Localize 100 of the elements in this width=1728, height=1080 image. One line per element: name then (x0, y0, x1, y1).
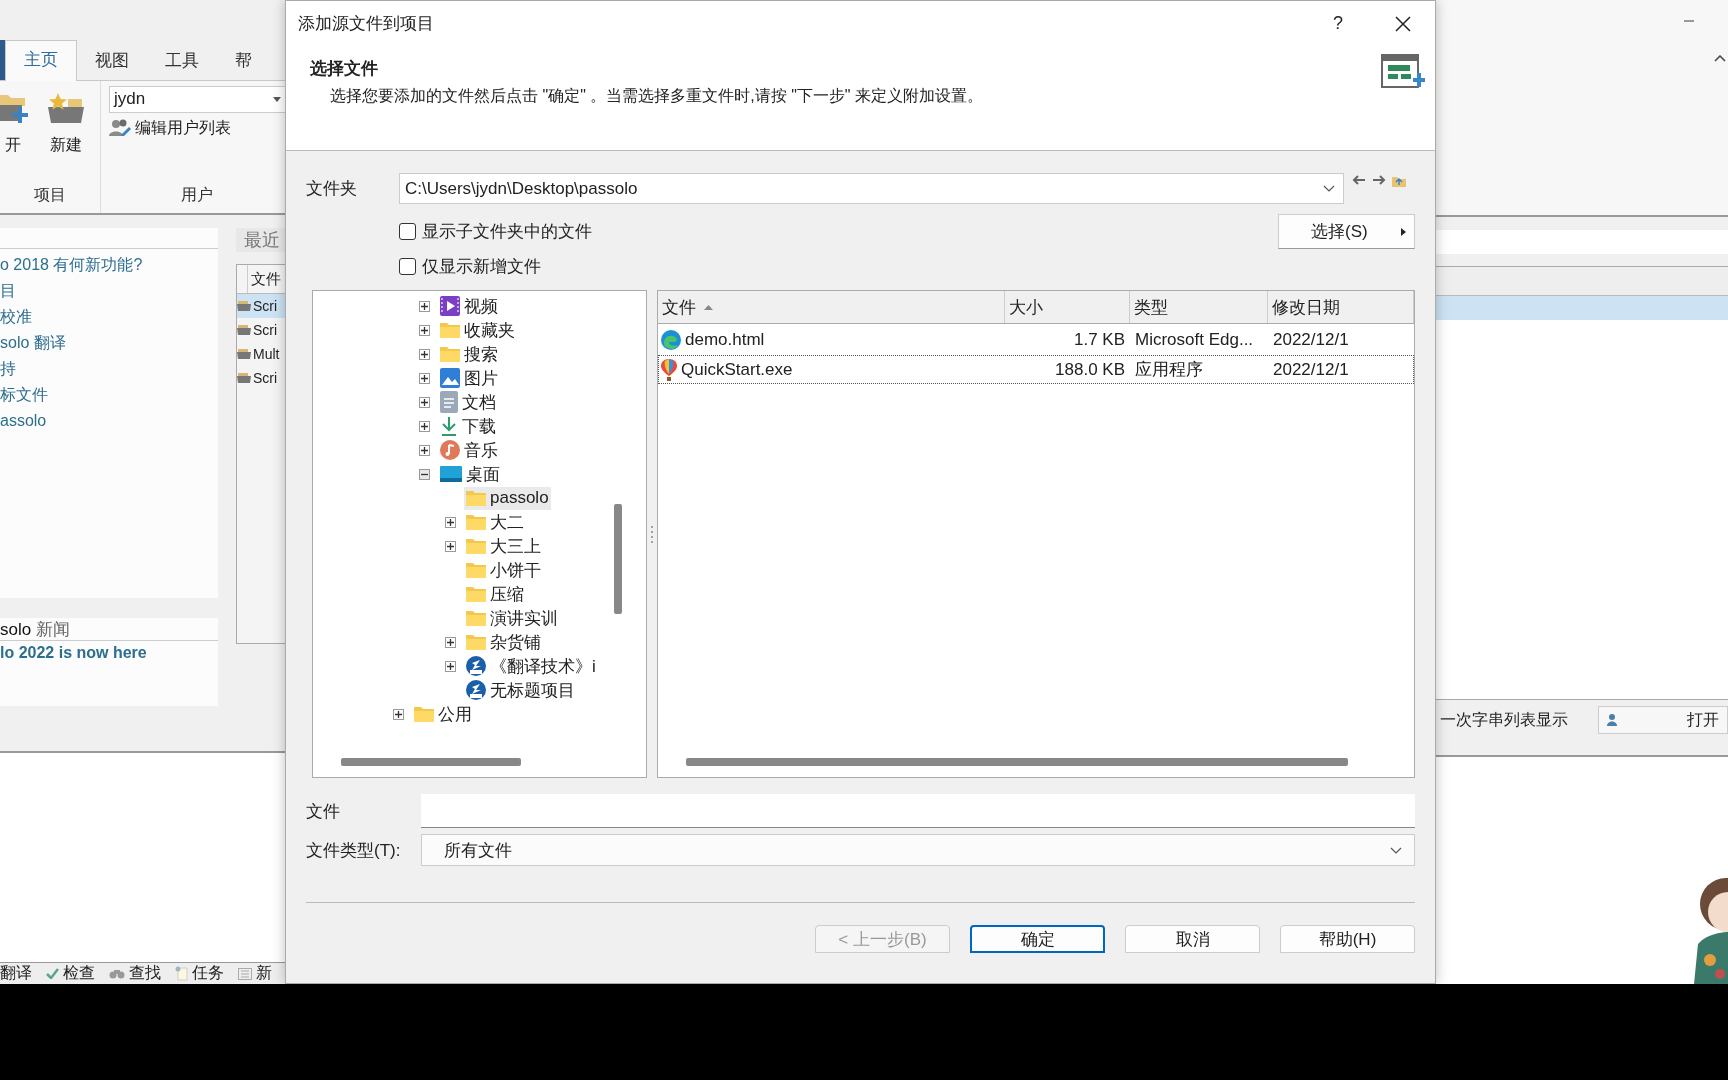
checkbox[interactable]: 仅显示新增文件 (399, 255, 592, 278)
expand-icon[interactable] (445, 660, 456, 672)
scrollbar-thumb[interactable] (614, 504, 622, 614)
folder-path-field[interactable]: C:\Users\jydn\Desktop\passolo (399, 173, 1344, 204)
help-link[interactable]: assolo (0, 408, 218, 435)
help-button[interactable]: ? (1333, 13, 1343, 34)
size-cell-text: 1.7 KB (1072, 328, 1126, 351)
column-header[interactable]: 文件 (658, 291, 1005, 323)
expand-icon[interactable] (419, 372, 430, 384)
help-link[interactable]: 目 (0, 278, 218, 305)
expand-icon[interactable] (419, 420, 430, 432)
expand-icon[interactable] (393, 708, 404, 720)
users-icon (109, 117, 131, 136)
group-label: 用户 (180, 185, 214, 206)
status-item[interactable]: 查找 (109, 963, 161, 984)
splitter-grip-icon[interactable] (650, 525, 654, 543)
recent-row[interactable]: Scri (237, 294, 285, 319)
close-icon[interactable] (1395, 15, 1411, 32)
tree-item[interactable]: 图片 (438, 366, 500, 390)
ribbon-tab[interactable]: 工具 (147, 41, 217, 80)
column-header[interactable]: 大小 (1005, 291, 1130, 323)
user-dropdown[interactable]: jydn (109, 85, 285, 113)
folder-icon (466, 634, 486, 650)
folder-icon (466, 538, 486, 554)
chevron-up-icon[interactable] (1714, 55, 1726, 62)
film-icon (440, 296, 460, 316)
collapse-icon[interactable] (419, 468, 430, 480)
recent-row[interactable]: Mult (237, 342, 285, 367)
tree-item[interactable]: 无标题项目 (464, 678, 577, 702)
caret-icon (273, 96, 281, 102)
expand-icon[interactable] (445, 540, 456, 552)
dialog-button[interactable]: 取消 (1125, 925, 1260, 953)
column-header[interactable]: 文件 (248, 265, 281, 294)
help-link[interactable]: solo 翻译 (0, 330, 218, 357)
column-header[interactable]: 类型 (1130, 291, 1268, 323)
expand-icon[interactable] (445, 516, 456, 528)
tree-item[interactable]: 压缩 (464, 582, 526, 606)
tree-item[interactable]: 视频 (438, 294, 500, 318)
person-icon (1607, 714, 1617, 726)
tree-item[interactable]: 收藏夹 (438, 318, 517, 342)
tree-item[interactable]: 音乐 (438, 438, 500, 462)
file-name-cell[interactable]: demo.html (659, 326, 1006, 353)
folder-up-icon[interactable] (1392, 175, 1406, 187)
recent-row[interactable]: Scri (237, 318, 285, 343)
scrollbar-thumb[interactable] (686, 758, 1348, 766)
tree-item[interactable]: 公用 (412, 702, 474, 726)
news-link[interactable]: lo 2022 is now here (0, 644, 218, 663)
tree-item[interactable]: 《翻译技术》i (464, 654, 598, 678)
status-item[interactable]: 任务 (175, 963, 224, 984)
document-icon (440, 391, 458, 413)
ribbon-button[interactable]: 新建 (44, 88, 88, 178)
select-button[interactable]: 选择(S) (1278, 214, 1415, 249)
status-item[interactable]: 检查 (46, 963, 95, 984)
forward-arrow-icon[interactable] (1372, 175, 1386, 185)
expand-icon[interactable] (419, 300, 430, 312)
scrollbar-thumb[interactable] (341, 758, 521, 766)
expand-icon[interactable] (419, 324, 430, 336)
expand-icon[interactable] (419, 348, 430, 360)
tree-item[interactable]: 杂货铺 (464, 630, 543, 654)
tree-item[interactable]: 桌面 (438, 462, 502, 486)
date-cell-text: 2022/12/1 (1272, 358, 1350, 381)
dialog-button[interactable]: 帮助(H) (1280, 925, 1415, 953)
help-link[interactable]: 校准 (0, 304, 218, 331)
tree-item[interactable]: 大二 (464, 510, 526, 534)
help-link[interactable]: 标文件 (0, 382, 218, 409)
tree-item[interactable]: 搜索 (438, 342, 500, 366)
expand-icon[interactable] (419, 396, 430, 408)
folder-icon (440, 322, 460, 338)
tree-item[interactable]: 演讲实训 (464, 606, 560, 630)
ribbon-tab[interactable]: 视图 (77, 41, 147, 80)
help-link[interactable]: o 2018 有何新功能? (0, 252, 218, 279)
ribbon-tab[interactable]: 帮 (217, 41, 270, 80)
expand-icon[interactable] (419, 444, 430, 456)
tree-item[interactable]: 大三上 (464, 534, 543, 558)
checkbox[interactable]: 显示子文件夹中的文件 (399, 220, 592, 243)
date-cell-text: 2022/12/1 (1272, 328, 1350, 351)
dialog-button[interactable]: 确定 (970, 925, 1105, 953)
column-header[interactable]: 修改日期 (1268, 291, 1414, 323)
open-button[interactable]: 打开 (1598, 706, 1728, 734)
help-link[interactable]: 持 (0, 356, 218, 383)
tree-item[interactable]: 下载 (438, 414, 498, 438)
file-name-field[interactable] (420, 794, 1415, 828)
ribbon-button[interactable]: 开 (0, 88, 30, 178)
file-type-dropdown[interactable]: 所有文件 (420, 834, 1415, 866)
desktop-icon (440, 466, 462, 482)
check-icon (46, 968, 59, 979)
tree-item[interactable]: 文档 (438, 390, 498, 414)
status-item[interactable]: 翻译 (0, 963, 32, 984)
folder-icon (466, 490, 486, 506)
back-arrow-icon[interactable] (1352, 175, 1366, 185)
recent-row[interactable]: Scri (237, 366, 285, 391)
tree-item[interactable]: passolo (464, 486, 551, 510)
folder-label: 文件夹 (306, 178, 358, 200)
tree-item[interactable]: 小饼干 (464, 558, 543, 582)
status-item[interactable]: 新 (238, 963, 272, 984)
edit-users-button[interactable]: 编辑用户列表 (109, 117, 285, 178)
file-name-cell[interactable]: QuickStart.exe (659, 356, 1006, 383)
expand-icon[interactable] (445, 636, 456, 648)
music-icon (440, 440, 460, 460)
ribbon-tab[interactable]: 主页 (5, 39, 77, 81)
